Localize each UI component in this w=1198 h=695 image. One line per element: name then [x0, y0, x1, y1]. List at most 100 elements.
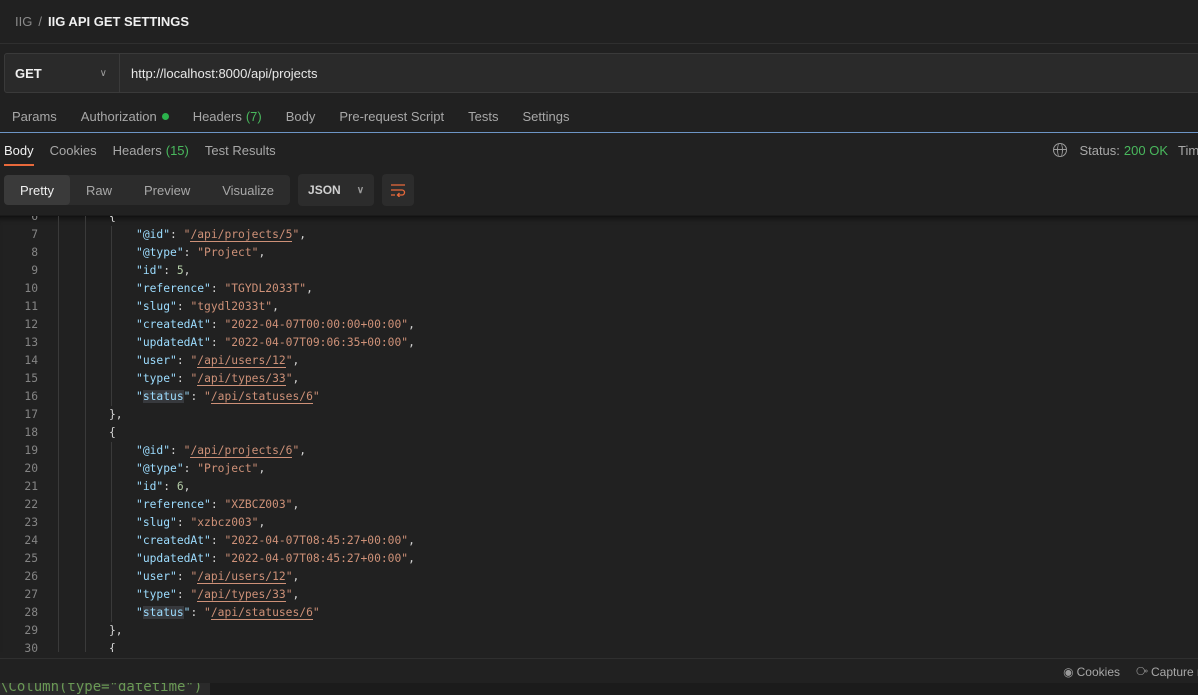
- json-link-value[interactable]: /api/types/33: [197, 372, 286, 386]
- code-line: 20 "@type": "Project",: [0, 460, 1198, 478]
- json-number: 6: [176, 480, 184, 493]
- tab-body[interactable]: Body: [286, 109, 316, 124]
- json-quote: ": [163, 444, 171, 457]
- json-quote: ": [136, 588, 143, 601]
- json-colon: :: [170, 228, 184, 241]
- indent-guide: [85, 514, 86, 532]
- code-line: 29},: [0, 622, 1198, 640]
- status-bar: ◉ Cookies ⧂ Capture requests: [0, 658, 1198, 684]
- breadcrumb-root[interactable]: IIG: [15, 14, 32, 29]
- view-visualize-button[interactable]: Visualize: [206, 175, 290, 205]
- json-string: "Project": [197, 246, 259, 259]
- json-key: createdAt: [142, 534, 205, 547]
- json-link-value[interactable]: /api/types/33: [197, 588, 286, 602]
- json-comma: ,: [258, 462, 266, 475]
- json-string: "TGYDL2033T": [224, 282, 307, 295]
- response-body-editor[interactable]: 6{7 "@id": "/api/projects/5", 8 "@type": "P…: [0, 215, 1198, 652]
- json-link-value[interactable]: /api/users/12: [197, 570, 286, 584]
- json-link-value[interactable]: /api/users/12: [197, 354, 286, 368]
- code-line: 27 "type": "/api/types/33",: [0, 586, 1198, 604]
- json-comma: ,: [292, 588, 300, 601]
- line-number: 9: [31, 264, 38, 277]
- response-tab-headers[interactable]: Headers (15): [113, 134, 189, 166]
- tab-label: Tests: [468, 109, 499, 124]
- url-input[interactable]: [120, 54, 1198, 92]
- indent-guide: [85, 550, 86, 568]
- code-text: "createdAt": "2022-04-07T00:00:00+00:00"…: [136, 316, 415, 334]
- json-comma: ,: [408, 336, 415, 349]
- tab-label: Headers: [192, 109, 242, 124]
- json-key: user: [142, 570, 171, 583]
- json-colon: :: [176, 372, 191, 385]
- request-title[interactable]: IIG API GET SETTINGS: [48, 14, 189, 29]
- line-number: 14: [24, 354, 38, 367]
- indent-guide: [85, 244, 86, 262]
- indent-guide: [111, 496, 112, 514]
- capture-requests-button[interactable]: ⧂ Capture requests: [1136, 664, 1198, 679]
- code-text: "status": "/api/statuses/6": [136, 388, 320, 406]
- json-link-value[interactable]: /api/statuses/6: [210, 390, 313, 404]
- response-tab-body[interactable]: Body: [4, 134, 34, 166]
- method-select[interactable]: GET ∨: [5, 54, 120, 92]
- json-string: "2022-04-07T08:45:27+00:00": [224, 534, 409, 547]
- json-link-value[interactable]: /api/projects/6: [190, 444, 293, 458]
- indent-guide: [85, 442, 86, 460]
- indent-guide: [58, 334, 59, 352]
- tab-params[interactable]: Params: [12, 109, 57, 124]
- json-key: createdAt: [142, 318, 205, 331]
- json-colon: :: [210, 318, 225, 331]
- json-colon: :: [176, 516, 191, 529]
- line-number: 15: [24, 372, 38, 385]
- json-punctuation: {: [109, 642, 116, 652]
- format-select[interactable]: JSON ∨: [298, 174, 375, 206]
- indent-guide: [85, 406, 86, 424]
- json-quote: ": [204, 534, 211, 547]
- json-link-value[interactable]: /api/projects/5: [190, 228, 293, 242]
- indent-guide: [85, 496, 86, 514]
- tab-authorization[interactable]: Authorization: [81, 109, 169, 124]
- tab-label: Authorization: [80, 109, 157, 124]
- json-quote: ": [204, 552, 211, 565]
- tab-headers[interactable]: Headers (7): [193, 109, 262, 124]
- indent-guide: [111, 568, 112, 586]
- view-preview-button[interactable]: Preview: [128, 175, 206, 205]
- line-number: 12: [24, 318, 38, 331]
- indent-guide: [111, 478, 112, 496]
- tab-pre-request-script[interactable]: Pre-request Script: [339, 109, 444, 124]
- cookies-button[interactable]: ◉ Cookies: [1063, 665, 1120, 679]
- json-colon: :: [190, 606, 205, 619]
- wrap-lines-button[interactable]: [382, 174, 415, 206]
- response-tab-cookies[interactable]: Cookies: [50, 134, 97, 166]
- view-pretty-button[interactable]: Pretty: [4, 175, 70, 205]
- tab-settings[interactable]: Settings: [522, 109, 569, 124]
- json-number: 5: [176, 264, 184, 277]
- json-quote: ": [204, 318, 211, 331]
- indent-guide: [58, 406, 59, 424]
- globe-icon[interactable]: [1053, 143, 1068, 157]
- tab-tests[interactable]: Tests: [468, 109, 498, 124]
- json-comma: ,: [292, 354, 300, 367]
- request-url-bar: GET ∨: [4, 53, 1198, 93]
- json-link-value[interactable]: /api/statuses/6: [210, 606, 313, 620]
- time-label[interactable]: Time: [1178, 143, 1198, 158]
- indent-guide: [58, 298, 59, 316]
- view-raw-button[interactable]: Raw: [70, 175, 128, 205]
- status-badge[interactable]: 200 OK: [1124, 143, 1168, 158]
- indent-guide: [111, 226, 112, 244]
- json-quote: ": [170, 516, 177, 529]
- code-text: "user": "/api/users/12",: [136, 352, 299, 370]
- json-string: "2022-04-07T00:00:00+00:00": [224, 318, 409, 331]
- json-quote: ": [136, 516, 143, 529]
- json-punctuation: },: [109, 624, 123, 637]
- json-comma: ,: [258, 516, 266, 529]
- json-quote: ": [170, 372, 177, 385]
- tab-label: Body: [4, 142, 34, 158]
- json-string: "tgydl2033t": [190, 300, 273, 313]
- json-colon: :: [210, 552, 225, 565]
- json-comma: ,: [292, 498, 300, 511]
- json-quote: ": [136, 444, 143, 457]
- code-text: "type": "/api/types/33",: [136, 370, 299, 388]
- indent-guide: [111, 262, 112, 280]
- json-quote: ": [285, 588, 293, 601]
- response-tab-test-results[interactable]: Test Results: [205, 134, 276, 166]
